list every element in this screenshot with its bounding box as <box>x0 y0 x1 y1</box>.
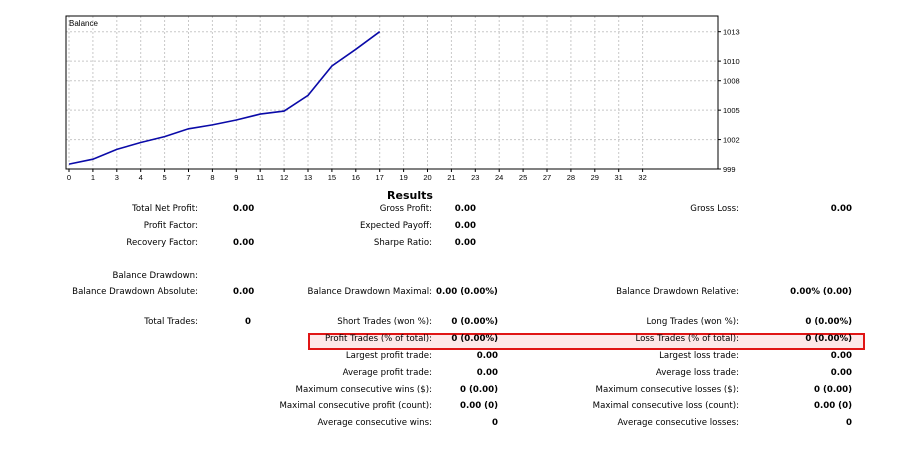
gross-loss-label: Gross Loss: <box>690 204 739 214</box>
average-profit-trade-label: Average profit trade: <box>342 368 432 378</box>
x-tick-label: 4 <box>139 173 143 182</box>
recovery-factor-value: 0.00 <box>233 238 255 248</box>
profit-factor-label: Profit Factor: <box>143 221 198 231</box>
x-tick-label: 21 <box>447 173 455 182</box>
y-tick-label: 1010 <box>723 57 740 66</box>
total-trades-value: 0 <box>245 317 251 327</box>
expected-payoff-label: Expected Payoff: <box>359 221 432 231</box>
x-tick-label: 19 <box>399 173 407 182</box>
max-consecutive-losses-value: 0 (0.00) <box>813 385 852 395</box>
total-trades-label: Total Trades: <box>144 317 198 327</box>
recovery-factor-label: Recovery Factor: <box>126 238 198 248</box>
balance-chart: Balance 0 1 3 4 5 7 8 9 11 12 13 15 16 17 19 20 21 23 24 25… <box>65 15 740 182</box>
gross-profit-value: 0.00 <box>454 204 476 214</box>
balance-drawdown-absolute-value: 0.00 <box>233 287 255 297</box>
expected-payoff-value: 0.00 <box>454 221 476 231</box>
balance-drawdown-relative-label: Balance Drawdown Relative: <box>616 287 739 297</box>
y-tick-label: 1002 <box>723 136 740 145</box>
x-tick-label: 23 <box>471 173 479 182</box>
sharpe-ratio-label: Sharpe Ratio: <box>373 238 432 248</box>
average-profit-trade-value: 0.00 <box>476 368 498 378</box>
largest-profit-trade-value: 0.00 <box>476 351 498 361</box>
average-consecutive-wins-label: Average consecutive wins: <box>317 418 432 428</box>
average-consecutive-losses-value: 0 <box>846 418 852 428</box>
average-consecutive-wins-value: 0 <box>492 418 498 428</box>
x-tick-label: 15 <box>328 173 336 182</box>
balance-drawdown-label: Balance Drawdown: <box>112 271 198 281</box>
balance-line <box>68 31 381 165</box>
x-tick-label: 28 <box>567 173 575 182</box>
total-net-profit-label: Total Net Profit: <box>132 204 198 214</box>
largest-loss-trade-label: Largest loss trade: <box>659 351 739 361</box>
sharpe-ratio-value: 0.00 <box>454 238 476 248</box>
max-consecutive-wins-label: Maximum consecutive wins ($): <box>295 385 432 395</box>
y-tick-label: 1013 <box>723 28 740 37</box>
x-tick-label: 7 <box>186 173 190 182</box>
balance-drawdown-maximal-label: Balance Drawdown Maximal: <box>307 287 432 297</box>
x-tick-label: 27 <box>543 173 551 182</box>
total-net-profit-value: 0.00 <box>233 204 255 214</box>
x-tick-label: 5 <box>163 173 167 182</box>
y-tick-label: 1008 <box>723 77 740 86</box>
maximal-consecutive-profit-label: Maximal consecutive profit (count): <box>279 401 432 411</box>
maximal-consecutive-loss-value: 0.00 (0) <box>813 401 852 411</box>
short-trades-value: 0 (0.00%) <box>451 317 498 327</box>
balance-drawdown-relative-value: 0.00% (0.00) <box>790 287 852 297</box>
chart-title: Balance <box>69 19 98 28</box>
x-tick-label: 24 <box>495 173 503 182</box>
x-tick-label: 13 <box>304 173 312 182</box>
x-axis-ticks: 0 1 3 4 5 7 8 9 11 12 13 15 16 17 19 20 21 23 24 25 27 28 29 31… <box>67 169 647 182</box>
short-trades-label: Short Trades (won %): <box>337 317 432 327</box>
x-tick-label: 12 <box>280 173 288 182</box>
x-tick-label: 3 <box>115 173 119 182</box>
x-tick-label: 20 <box>423 173 431 182</box>
results-title: Results <box>387 189 433 202</box>
average-consecutive-losses-label: Average consecutive losses: <box>617 418 739 428</box>
largest-profit-trade-label: Largest profit trade: <box>345 351 432 361</box>
x-tick-label: 8 <box>210 173 214 182</box>
x-tick-label: 25 <box>519 173 527 182</box>
balance-drawdown-maximal-value: 0.00 (0.00%) <box>436 287 498 297</box>
maximal-consecutive-loss-label: Maximal consecutive loss (count): <box>592 401 739 411</box>
max-consecutive-losses-label: Maximum consecutive losses ($): <box>595 385 739 395</box>
average-loss-trade-value: 0.00 <box>830 368 852 378</box>
gross-profit-label: Gross Profit: <box>379 204 432 214</box>
profit-trades-label: Profit Trades (% of total): <box>324 334 432 344</box>
chart-grid <box>66 16 718 170</box>
x-tick-label: 9 <box>234 173 238 182</box>
x-tick-label: 29 <box>591 173 599 182</box>
long-trades-value: 0 (0.00%) <box>805 317 852 327</box>
chart-frame <box>65 15 719 170</box>
maximal-consecutive-profit-value: 0.00 (0) <box>459 401 498 411</box>
balance-drawdown-absolute-label: Balance Drawdown Absolute: <box>72 287 198 297</box>
x-tick-label: 1 <box>91 173 95 182</box>
profit-trades-value: 0 (0.00%) <box>451 334 498 344</box>
gross-loss-value: 0.00 <box>830 204 852 214</box>
long-trades-label: Long Trades (won %): <box>646 317 740 327</box>
loss-trades-label: Loss Trades (% of total): <box>635 334 739 344</box>
loss-trades-value: 0 (0.00%) <box>805 334 852 344</box>
average-loss-trade-label: Average loss trade: <box>655 368 739 378</box>
y-tick-label: 999 <box>723 165 736 174</box>
y-axis-ticks: 1013 1010 1008 1005 1002 999 <box>718 28 740 174</box>
y-tick-label: 1005 <box>723 106 740 115</box>
x-tick-label: 32 <box>638 173 646 182</box>
x-tick-label: 0 <box>67 173 71 182</box>
x-tick-label: 31 <box>615 173 623 182</box>
x-tick-label: 17 <box>376 173 384 182</box>
max-consecutive-wins-value: 0 (0.00) <box>459 385 498 395</box>
x-tick-label: 11 <box>256 173 264 182</box>
x-tick-label: 16 <box>352 173 360 182</box>
largest-loss-trade-value: 0.00 <box>830 351 852 361</box>
